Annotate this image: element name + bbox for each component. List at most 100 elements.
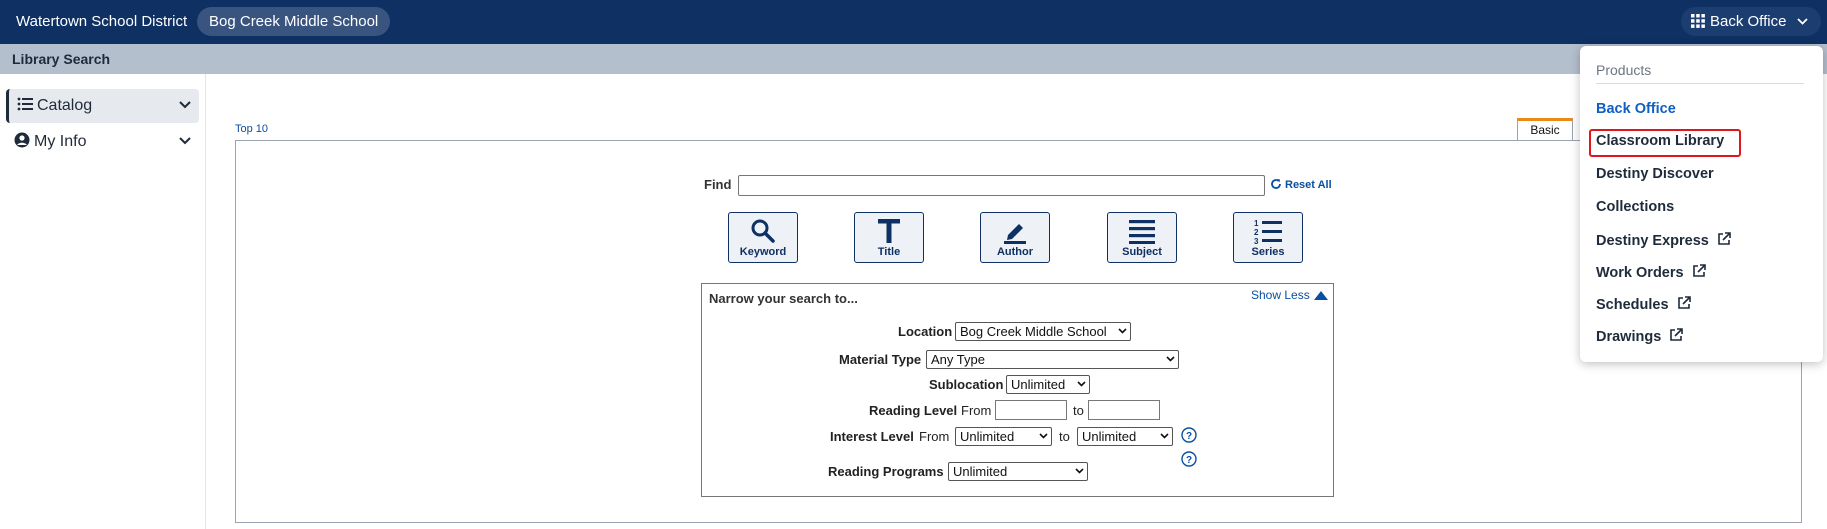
menu-item-drawings[interactable]: Drawings: [1596, 328, 1684, 345]
interest-from-value: Unlimited: [960, 429, 1015, 444]
reading-to-label: to: [1073, 403, 1084, 418]
top-10-link[interactable]: Top 10: [235, 123, 268, 135]
material-type-select[interactable]: Any Type: [926, 350, 1179, 369]
top-header-bar: Watertown School District Bog Creek Midd…: [0, 0, 1827, 44]
external-link-icon: [1677, 296, 1691, 309]
svg-text:2: 2: [1254, 228, 1259, 237]
page-subheader: Library Search: [0, 44, 1827, 74]
external-link-icon: [1670, 328, 1684, 341]
list-icon: [17, 97, 33, 111]
district-name[interactable]: Watertown School District: [16, 13, 187, 30]
reading-programs-select[interactable]: Unlimited: [948, 462, 1088, 481]
reset-all-link[interactable]: Reset All: [1270, 178, 1332, 191]
keyword-search-button[interactable]: Keyword: [728, 212, 798, 263]
reading-level-from-input[interactable]: [995, 400, 1067, 420]
title-t-icon: [878, 219, 900, 243]
product-switcher-button[interactable]: Back Office: [1681, 7, 1821, 36]
show-less-label: Show Less: [1251, 288, 1310, 302]
sidebar-item-label: My Info: [34, 133, 87, 150]
chevron-down-icon: [1077, 381, 1086, 387]
interest-level-to-select[interactable]: Unlimited: [1077, 427, 1173, 446]
menu-item-label: Work Orders: [1596, 265, 1684, 281]
reading-level-to-input[interactable]: [1088, 400, 1160, 420]
chevron-down-icon: [179, 101, 191, 109]
svg-text:?: ?: [1186, 455, 1192, 466]
location-select[interactable]: Bog Creek Middle School: [955, 322, 1131, 341]
keyword-label: Keyword: [739, 246, 787, 258]
school-selector-pill[interactable]: Bog Creek Middle School: [197, 7, 391, 36]
tab-basic[interactable]: Basic: [1517, 118, 1573, 141]
author-label: Author: [996, 246, 1034, 258]
svg-text:?: ?: [1186, 431, 1192, 442]
app-grid-icon: [1691, 14, 1705, 28]
menu-item-collections[interactable]: Collections: [1596, 199, 1674, 215]
external-link-icon: [1692, 264, 1706, 277]
svg-text:3: 3: [1254, 237, 1259, 244]
interest-from-label: From: [919, 429, 950, 444]
title-label: Title: [877, 246, 901, 258]
menu-item-label: Destiny Express: [1596, 233, 1709, 249]
subject-search-button[interactable]: Subject: [1107, 212, 1177, 263]
help-question-icon[interactable]: ?: [1181, 427, 1197, 443]
find-input[interactable]: [738, 175, 1265, 196]
reset-all-label: Reset All: [1285, 179, 1332, 191]
subject-label: Subject: [1122, 246, 1162, 258]
sidebar-item-my-info[interactable]: My Info: [6, 125, 199, 159]
reset-icon: [1271, 179, 1281, 189]
series-label: Series: [1251, 246, 1285, 258]
chevron-down-icon: [1166, 356, 1175, 362]
interest-level-label: Interest Level: [830, 429, 914, 444]
location-value: Bog Creek Middle School: [960, 324, 1107, 339]
series-search-button[interactable]: 123 Series: [1233, 212, 1303, 263]
interest-level-from-select[interactable]: Unlimited: [955, 427, 1052, 446]
menu-item-label: Drawings: [1596, 329, 1662, 345]
chevron-down-icon: [1160, 433, 1169, 439]
numbered-list-icon: 123: [1254, 219, 1282, 244]
reading-programs-label: Reading Programs: [828, 464, 944, 479]
menu-item-work-orders[interactable]: Work Orders: [1596, 264, 1706, 281]
triangle-up-icon: [1313, 291, 1328, 300]
menu-item-back-office[interactable]: Back Office: [1596, 101, 1676, 117]
menu-item-destiny-discover[interactable]: Destiny Discover: [1596, 166, 1714, 182]
sidebar-item-label: Catalog: [37, 97, 93, 114]
material-type-value: Any Type: [931, 352, 985, 367]
author-search-button[interactable]: Author: [980, 212, 1050, 263]
reading-from-label: From: [961, 403, 992, 418]
menu-item-destiny-express[interactable]: Destiny Express: [1596, 232, 1731, 249]
product-switcher-label: Back Office: [1710, 13, 1787, 30]
help-question-icon[interactable]: ?: [1181, 451, 1197, 467]
magnifier-icon: [751, 219, 775, 243]
show-less-link[interactable]: Show Less: [1251, 288, 1328, 302]
page-title: Library Search: [12, 51, 111, 67]
chevron-down-icon: [1796, 18, 1808, 25]
classroom-library-highlight-box: [1589, 129, 1741, 157]
interest-to-label: to: [1059, 429, 1070, 444]
pen-icon: [1004, 224, 1026, 244]
menu-divider: [1596, 83, 1804, 84]
material-type-label: Material Type: [839, 352, 922, 367]
user-circle-icon: [14, 132, 30, 148]
menu-item-schedules[interactable]: Schedules: [1596, 296, 1691, 313]
reading-level-label: Reading Level: [869, 403, 958, 418]
chevron-down-icon: [1039, 433, 1048, 439]
svg-text:1: 1: [1254, 219, 1259, 228]
sidebar-item-catalog[interactable]: Catalog: [6, 89, 199, 123]
products-heading: Products: [1596, 62, 1652, 78]
chevron-down-icon: [1118, 328, 1127, 334]
interest-to-value: Unlimited: [1082, 429, 1137, 444]
find-label: Find: [704, 177, 732, 192]
location-label: Location: [898, 324, 953, 339]
narrow-search-title: Narrow your search to...: [709, 291, 858, 306]
chevron-down-icon: [1075, 468, 1084, 474]
sublocation-label: Sublocation: [929, 377, 1004, 392]
sublocation-value: Unlimited: [1011, 377, 1066, 392]
reading-programs-value: Unlimited: [953, 464, 1008, 479]
title-search-button[interactable]: Title: [854, 212, 924, 263]
external-link-icon: [1718, 232, 1731, 245]
sublocation-select[interactable]: Unlimited: [1006, 375, 1090, 394]
sidebar: Catalog My Info: [0, 74, 206, 529]
chevron-down-icon: [179, 137, 191, 145]
lines-icon: [1129, 220, 1155, 244]
products-dropdown-menu: Products Back Office Classroom Library D…: [1580, 46, 1823, 362]
menu-item-label: Schedules: [1596, 297, 1669, 313]
